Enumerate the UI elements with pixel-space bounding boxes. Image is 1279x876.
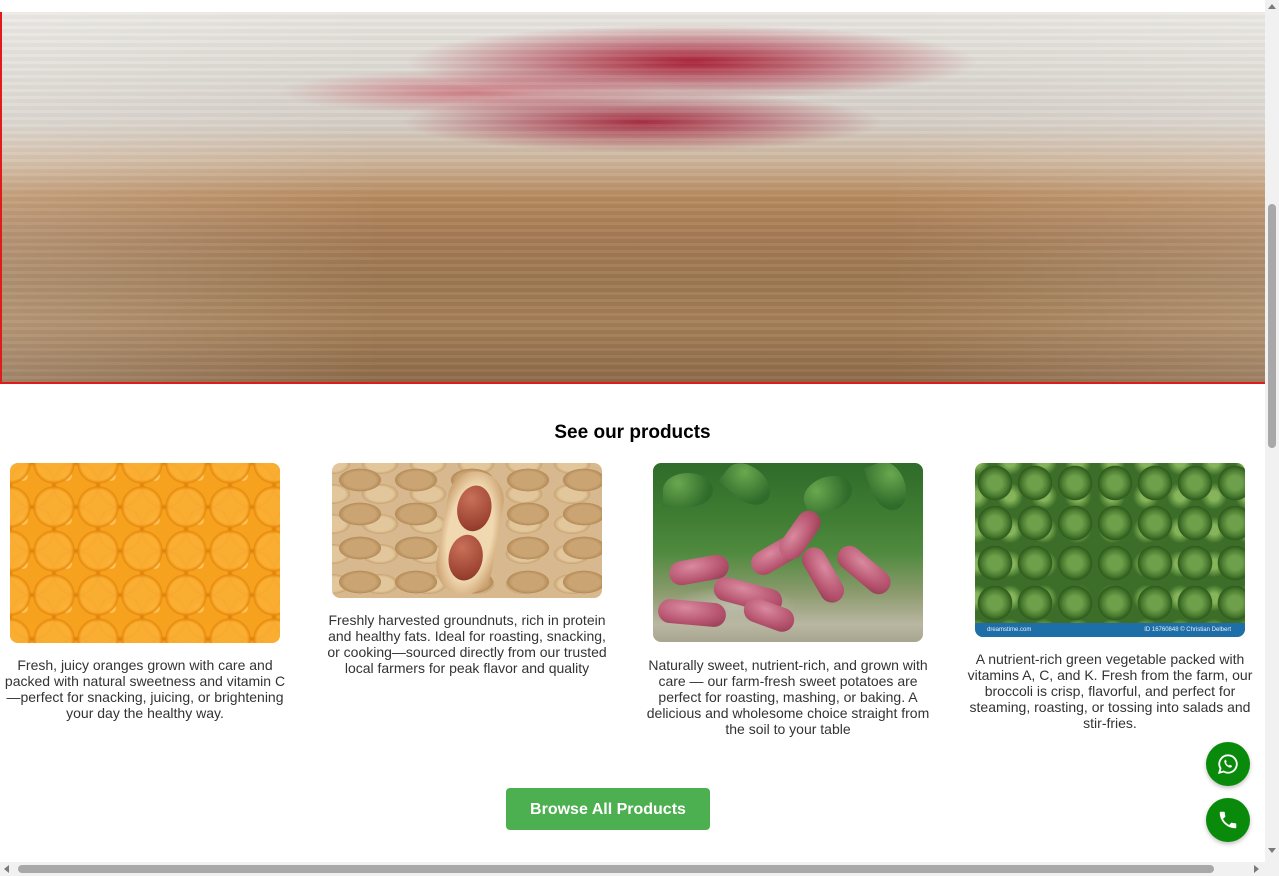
product-card-broccoli: dreamstime.com ID 16760848 © Christian D…	[965, 463, 1255, 743]
sweet-potatoes-image[interactable]	[653, 463, 923, 642]
product-card-sweet-potatoes: Naturally sweet, nutrient-rich, and grow…	[643, 463, 933, 763]
vertical-scrollbar-thumb[interactable]	[1268, 204, 1276, 448]
open-peanut-shell	[431, 467, 509, 598]
groundnuts-image[interactable]	[332, 463, 602, 598]
horizontal-scrollbar[interactable]	[0, 862, 1279, 876]
phone-button[interactable]	[1206, 798, 1250, 842]
vertical-scrollbar[interactable]	[1265, 0, 1279, 862]
whatsapp-button[interactable]	[1206, 742, 1250, 786]
scroll-right-arrow-icon[interactable]	[1254, 865, 1259, 873]
product-description: Fresh, juicy oranges grown with care and…	[4, 657, 286, 721]
browse-all-products-button[interactable]: Browse All Products	[506, 788, 710, 830]
whatsapp-icon	[1217, 754, 1238, 775]
broccoli-image[interactable]: dreamstime.com ID 16760848 © Christian D…	[975, 463, 1245, 637]
scroll-left-arrow-icon[interactable]	[4, 865, 9, 873]
hero-banner-image	[0, 12, 1265, 384]
horizontal-scrollbar-thumb[interactable]	[18, 865, 1214, 873]
section-title: See our products	[554, 422, 711, 443]
top-strip	[0, 0, 1279, 12]
product-description: Freshly harvested groundnuts, rich in pr…	[327, 612, 607, 676]
scroll-down-arrow-icon[interactable]	[1268, 848, 1276, 853]
product-card-groundnuts: Freshly harvested groundnuts, rich in pr…	[322, 463, 612, 703]
phone-icon	[1219, 811, 1237, 829]
product-description: Naturally sweet, nutrient-rich, and grow…	[646, 657, 930, 737]
image-watermark-banner: dreamstime.com ID 16760848 © Christian D…	[975, 623, 1245, 637]
oranges-image[interactable]	[10, 463, 280, 643]
product-card-oranges: Fresh, juicy oranges grown with care and…	[0, 463, 290, 733]
scroll-up-arrow-icon[interactable]	[1268, 4, 1276, 9]
product-description: A nutrient-rich green vegetable packed w…	[967, 651, 1253, 731]
page: See our products Fresh, juicy oranges gr…	[0, 0, 1279, 876]
